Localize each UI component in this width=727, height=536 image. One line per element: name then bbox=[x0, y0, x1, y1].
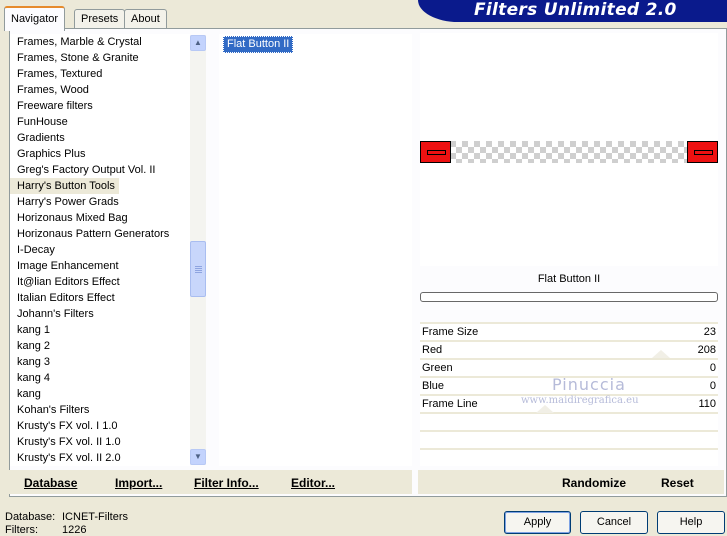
param-row-empty bbox=[420, 414, 718, 430]
scroll-down-icon[interactable]: ▼ bbox=[190, 449, 206, 465]
param-row-green[interactable]: Green 0 bbox=[420, 360, 718, 376]
category-scrollbar[interactable]: ▲ ▼ bbox=[190, 35, 206, 465]
apply-button[interactable]: Apply bbox=[504, 511, 571, 534]
category-item[interactable]: Krusty's FX vol. II 2.0 bbox=[10, 450, 125, 466]
category-item[interactable]: kang 3 bbox=[10, 354, 54, 370]
category-item[interactable]: Krusty's FX vol. II 1.0 bbox=[10, 434, 125, 450]
preview-checker-strip bbox=[420, 141, 718, 163]
param-row-red[interactable]: Red 208 bbox=[420, 342, 718, 358]
tab-navigator[interactable]: Navigator bbox=[4, 6, 66, 31]
category-item[interactable]: Harry's Power Grads bbox=[10, 194, 123, 210]
category-item[interactable]: Greg's Factory Output Vol. II bbox=[10, 162, 159, 178]
filter-list[interactable]: Flat Button II bbox=[219, 34, 412, 466]
param-label: Frame Line bbox=[422, 398, 478, 410]
category-item[interactable]: Frames, Textured bbox=[10, 66, 106, 82]
editor-link[interactable]: Editor... bbox=[291, 476, 335, 490]
database-value: ICNET-Filters bbox=[62, 511, 128, 523]
filters-count: 1226 bbox=[62, 524, 87, 536]
scroll-thumb[interactable] bbox=[190, 241, 206, 297]
database-link[interactable]: Database bbox=[24, 476, 77, 490]
help-button[interactable]: Help bbox=[657, 511, 725, 534]
cap-bar-icon bbox=[694, 150, 713, 155]
filters-label: Filters: bbox=[5, 524, 38, 536]
param-row-empty bbox=[420, 432, 718, 448]
watermark-url: www.maidiregrafica.eu bbox=[521, 395, 639, 406]
current-filter-name: Flat Button II bbox=[537, 273, 601, 285]
filter-info-link[interactable]: Filter Info... bbox=[194, 476, 259, 490]
category-item[interactable]: Horizonaus Mixed Bag bbox=[10, 210, 132, 226]
category-item[interactable]: FunHouse bbox=[10, 114, 72, 130]
param-label: Frame Size bbox=[422, 326, 479, 338]
category-item[interactable]: Italian Editors Effect bbox=[10, 290, 119, 306]
param-value: 0 bbox=[709, 362, 716, 374]
preview-canvas bbox=[420, 33, 718, 266]
scroll-up-icon[interactable]: ▲ bbox=[190, 35, 206, 51]
watermark-text: Pinuccia bbox=[552, 375, 626, 394]
category-item[interactable]: Harry's Button Tools bbox=[10, 178, 119, 194]
parameter-panel: Frame Size 23 Red 208 Green 0 Blue 0 Fra… bbox=[420, 322, 718, 466]
app-title: Filters Unlimited 2.0 bbox=[474, 0, 677, 20]
param-row-frame-size[interactable]: Frame Size 23 bbox=[420, 324, 718, 340]
slider-notch-icon bbox=[652, 350, 670, 358]
param-label: Red bbox=[422, 344, 443, 356]
reset-link[interactable]: Reset bbox=[661, 476, 694, 490]
category-item[interactable]: Frames, Stone & Granite bbox=[10, 50, 143, 66]
cap-bar-icon bbox=[427, 150, 446, 155]
slider-notch-icon bbox=[536, 405, 554, 413]
category-item[interactable]: Gradients bbox=[10, 130, 69, 146]
param-label: Blue bbox=[422, 380, 445, 392]
param-value: 208 bbox=[697, 344, 716, 356]
param-value: 23 bbox=[703, 326, 716, 338]
category-item[interactable]: Image Enhancement bbox=[10, 258, 123, 274]
button-cap-left bbox=[420, 141, 451, 163]
category-item[interactable]: Krusty's FX vol. I 1.0 bbox=[10, 418, 122, 434]
param-value: 110 bbox=[698, 398, 716, 410]
import-link[interactable]: Import... bbox=[115, 476, 162, 490]
tab-presets[interactable]: Presets bbox=[74, 9, 126, 29]
database-label: Database: bbox=[5, 511, 56, 523]
category-item[interactable]: kang 1 bbox=[10, 322, 54, 338]
grip-icon bbox=[195, 266, 202, 267]
tab-about[interactable]: About bbox=[124, 9, 167, 29]
category-item[interactable]: Graphics Plus bbox=[10, 146, 89, 162]
category-item[interactable]: Kohan's Filters bbox=[10, 402, 93, 418]
progress-bar bbox=[420, 292, 718, 302]
category-list[interactable]: Frames, Marble & Crystal Frames, Stone & … bbox=[10, 34, 190, 466]
param-value: 0 bbox=[709, 380, 716, 392]
category-item[interactable]: Frames, Wood bbox=[10, 82, 93, 98]
randomize-link[interactable]: Randomize bbox=[562, 476, 626, 490]
cancel-button[interactable]: Cancel bbox=[580, 511, 648, 534]
filter-item-selected[interactable]: Flat Button II bbox=[223, 36, 294, 53]
param-row-empty bbox=[420, 450, 718, 466]
category-item[interactable]: Johann's Filters bbox=[10, 306, 98, 322]
category-item[interactable]: Frames, Marble & Crystal bbox=[10, 34, 146, 50]
category-item[interactable]: Horizonaus Pattern Generators bbox=[10, 226, 173, 242]
button-cap-right bbox=[687, 141, 718, 163]
category-item[interactable]: kang 4 bbox=[10, 370, 54, 386]
category-item[interactable]: Freeware filters bbox=[10, 98, 97, 114]
param-label: Green bbox=[422, 362, 453, 374]
category-item[interactable]: kang 2 bbox=[10, 338, 54, 354]
category-item[interactable]: I-Decay bbox=[10, 242, 59, 258]
category-item[interactable]: It@lian Editors Effect bbox=[10, 274, 124, 290]
category-item[interactable]: kang bbox=[10, 386, 45, 402]
